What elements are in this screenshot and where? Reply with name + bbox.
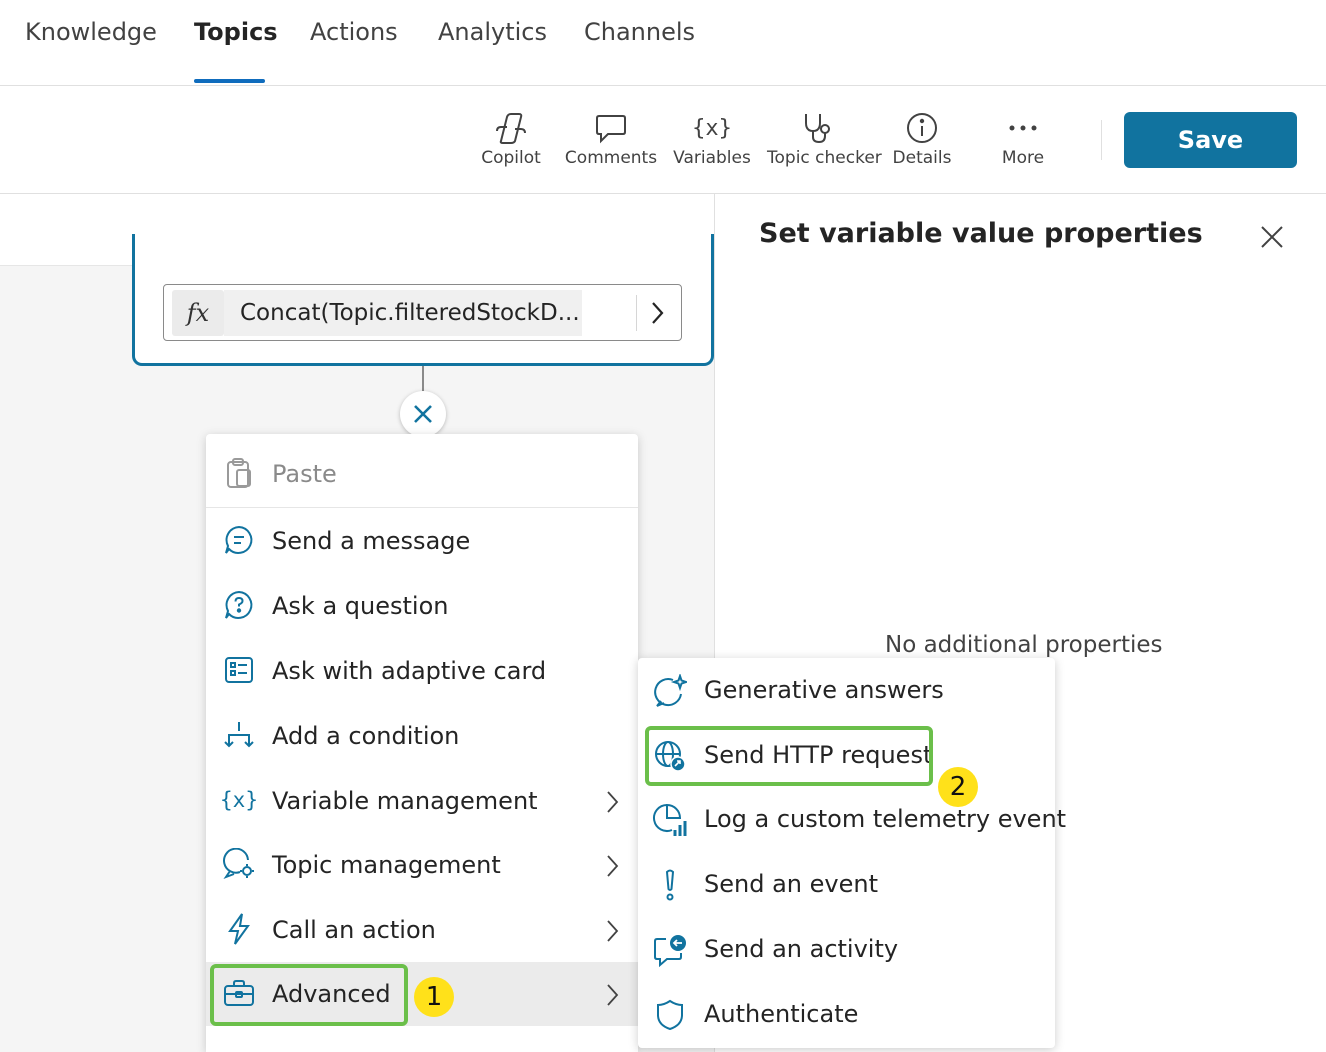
node-connector: [422, 366, 424, 392]
menu-item-call-action[interactable]: Call an action: [206, 898, 638, 962]
lightning-icon: [222, 912, 256, 946]
menu-item-label: Ask with adaptive card: [272, 657, 547, 685]
chevron-right-icon: [604, 918, 620, 944]
topic-checker-label: Topic checker: [767, 148, 882, 168]
chevron-right-icon: [604, 982, 620, 1008]
chevron-right-icon: [604, 853, 620, 879]
submenu-item-authenticate[interactable]: Authenticate: [638, 983, 1055, 1047]
submenu-item-generative-answers[interactable]: Generative answers: [638, 659, 1055, 723]
copilot-button[interactable]: Copilot: [461, 110, 561, 168]
tab-actions[interactable]: Actions: [310, 18, 398, 46]
chat-arrow-icon: [652, 932, 688, 968]
tab-topics[interactable]: Topics: [194, 18, 278, 46]
callout-badge-1: 1: [414, 977, 454, 1017]
submenu-item-log-telemetry[interactable]: Log a custom telemetry event: [638, 788, 1066, 852]
topic-checker-button[interactable]: Topic checker: [767, 110, 882, 168]
exclamation-icon: [652, 867, 688, 903]
menu-item-add-condition[interactable]: Add a condition: [206, 704, 638, 768]
chat-question-icon: [222, 588, 256, 622]
adaptive-card-icon: [222, 653, 256, 687]
menu-item-label: Topic management: [272, 851, 501, 879]
variables-label: Variables: [673, 148, 751, 168]
info-icon: [902, 110, 942, 146]
menu-divider: [206, 507, 638, 508]
tab-knowledge[interactable]: Knowledge: [25, 18, 157, 46]
submenu-item-label: Authenticate: [704, 1000, 859, 1028]
tab-channels[interactable]: Channels: [584, 18, 695, 46]
menu-item-label: Ask a question: [272, 592, 449, 620]
callout-badge-2: 2: [938, 767, 978, 807]
variable-icon: {x}: [220, 788, 258, 812]
comment-icon: [591, 110, 631, 146]
menu-item-ask-question[interactable]: Ask a question: [206, 574, 638, 638]
close-add-node-button[interactable]: [400, 391, 446, 437]
close-icon: [1261, 226, 1283, 248]
tab-analytics[interactable]: Analytics: [438, 18, 547, 46]
add-node-menu: Paste Send a message Ask a question Ask …: [206, 434, 638, 1052]
variable-icon: {x}: [692, 115, 732, 141]
menu-item-topic-management[interactable]: Topic management: [206, 833, 638, 897]
submenu-item-label: Log a custom telemetry event: [704, 805, 1067, 833]
submenu-item-send-event[interactable]: Send an event: [638, 853, 1055, 917]
fx-icon: fx: [172, 290, 224, 336]
panel-empty-message: No additional properties: [885, 632, 1163, 658]
advanced-highlight-box: [210, 964, 408, 1026]
menu-item-label: Paste: [272, 460, 337, 488]
http-request-highlight-box: [645, 726, 933, 786]
formula-value: Concat(Topic.filteredStockD...: [224, 290, 582, 336]
menu-item-label: Call an action: [272, 916, 436, 944]
chat-message-icon: [222, 523, 256, 557]
submenu-item-send-activity[interactable]: Send an activity: [638, 918, 1055, 982]
close-icon: [414, 405, 432, 423]
copilot-label: Copilot: [481, 148, 541, 168]
sparkle-chat-icon: [652, 673, 688, 709]
chevron-right-icon[interactable]: [647, 299, 667, 327]
toolbar-divider: [1101, 120, 1102, 160]
save-button[interactable]: Save: [1124, 112, 1297, 168]
clipboard-icon: [222, 456, 256, 490]
menu-item-label: Add a condition: [272, 722, 460, 750]
details-label: Details: [892, 148, 952, 168]
top-navigation: Knowledge Topics Actions Analytics Chann…: [0, 0, 1326, 86]
menu-item-send-message[interactable]: Send a message: [206, 509, 638, 573]
menu-item-label: Send a message: [272, 527, 471, 555]
comments-button[interactable]: Comments: [561, 110, 661, 168]
submenu-item-label: Send an activity: [704, 935, 899, 963]
menu-item-paste[interactable]: Paste: [206, 442, 638, 506]
copilot-icon: [491, 110, 531, 146]
topic-settings-icon: [222, 847, 256, 881]
menu-item-variable-management[interactable]: {x} Variable management: [206, 769, 638, 833]
chevron-right-icon: [604, 789, 620, 815]
more-label: More: [1001, 148, 1045, 168]
formula-field[interactable]: fx Concat(Topic.filteredStockD...: [163, 284, 682, 341]
formula-divider: [636, 295, 637, 331]
panel-title: Set variable value properties: [759, 218, 1203, 249]
submenu-item-label: Send an event: [704, 870, 878, 898]
panel-close-button[interactable]: [1259, 224, 1285, 250]
menu-item-label: Variable management: [272, 787, 538, 815]
more-dots-icon: [1003, 110, 1043, 146]
submenu-item-label: Generative answers: [704, 676, 944, 704]
chart-telemetry-icon: [652, 802, 688, 838]
advanced-submenu: Generative answers Send HTTP request Log…: [638, 658, 1066, 1048]
comments-label: Comments: [564, 148, 658, 168]
menu-item-adaptive-card[interactable]: Ask with adaptive card: [206, 639, 638, 703]
stethoscope-icon: [797, 110, 837, 146]
details-button[interactable]: Details: [872, 110, 972, 168]
active-tab-indicator: [194, 79, 265, 83]
shield-icon: [652, 997, 688, 1033]
branch-icon: [222, 718, 256, 752]
variables-button[interactable]: {x} Variables: [662, 110, 762, 169]
toolbar: Copilot Comments {x} Variables Topic che…: [0, 86, 1326, 194]
more-button[interactable]: More: [973, 110, 1073, 168]
